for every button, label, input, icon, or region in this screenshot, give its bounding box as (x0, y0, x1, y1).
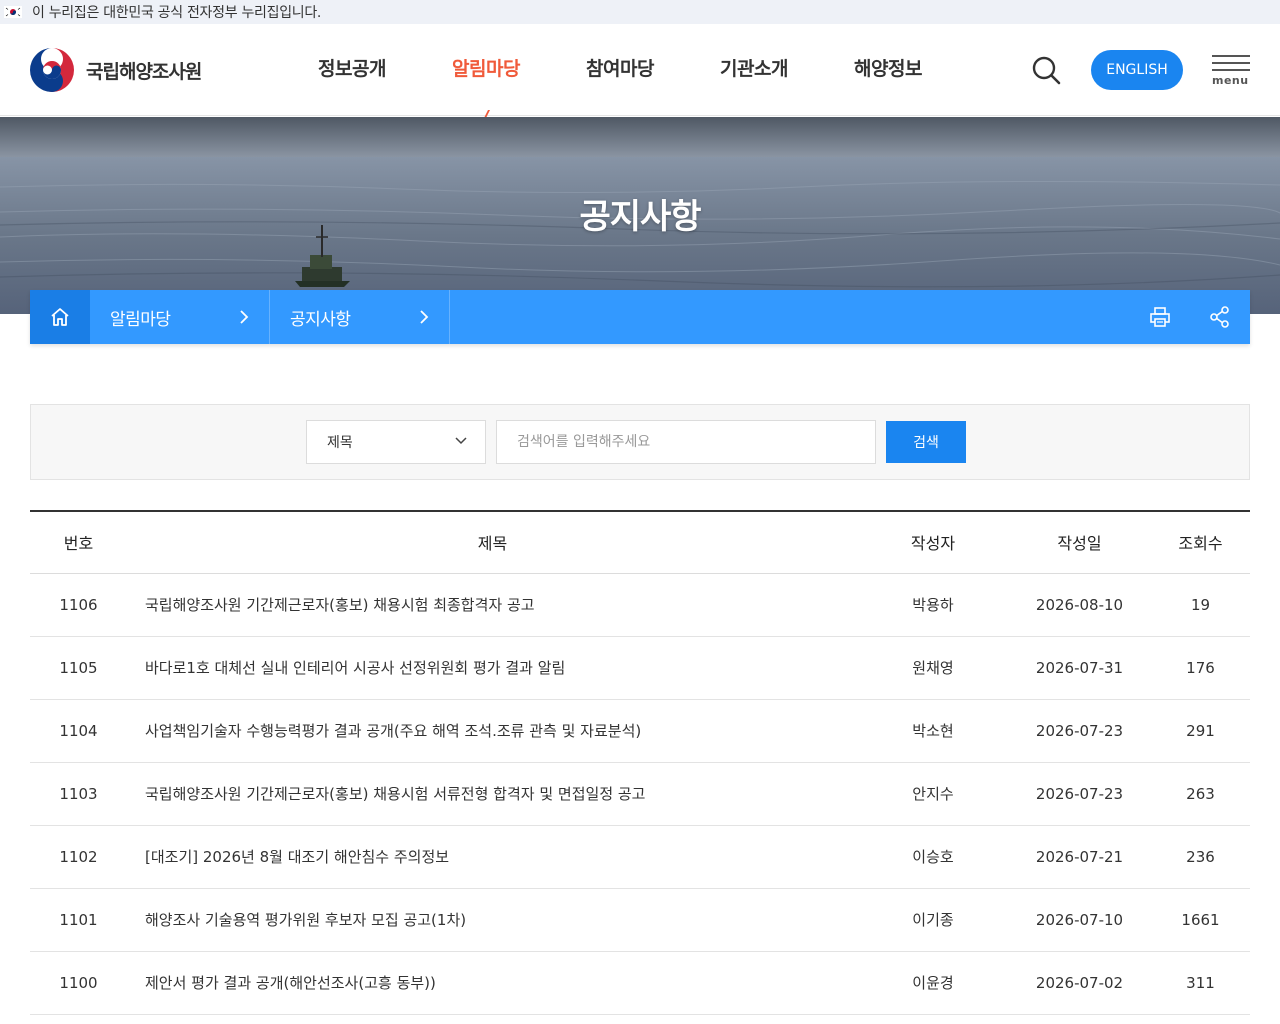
search-icon[interactable] (1030, 54, 1062, 86)
breadcrumb-item-notices[interactable]: 공지사항 (270, 290, 450, 344)
chevron-down-icon (455, 437, 467, 445)
breadcrumb: 알림마당 공지사항 (30, 290, 1250, 344)
post-date: 2026-08-10 (1008, 573, 1151, 637)
nav-item-notice-board[interactable]: 알림마당 (419, 54, 553, 81)
menu-label: menu (1212, 74, 1249, 87)
post-number: 1100 (30, 951, 127, 1015)
post-writer: 안지수 (858, 762, 1008, 826)
post-date: 2026-07-31 (1008, 636, 1151, 700)
post-title-link[interactable]: 제안서 평가 결과 공개(해안선조사(고흥 동부)) (145, 974, 436, 992)
post-views: 311 (1151, 951, 1250, 1015)
post-number: 1103 (30, 762, 127, 826)
korean-flag-icon (4, 6, 22, 18)
column-header-views: 조회수 (1151, 511, 1250, 574)
breadcrumb-tools (1130, 290, 1250, 344)
post-views: 263 (1151, 762, 1250, 826)
post-title-link[interactable]: 바다로1호 대체선 실내 인테리어 시공사 선정위원회 평가 결과 알림 (145, 659, 565, 677)
share-icon (1210, 306, 1229, 328)
post-title-link[interactable]: 국립해양조사원 기간제근로자(홍보) 채용시험 서류전형 합격자 및 면접일정 … (145, 785, 645, 803)
column-header-date: 작성일 (1008, 511, 1151, 574)
page-title: 공지사항 (579, 197, 701, 237)
main-nav: 정보공개 알림마당 참여마당 기관소개 해양정보 (285, 54, 955, 81)
gov-banner: 이 누리집은 대한민국 공식 전자정부 누리집입니다. (0, 0, 1280, 24)
post-number: 1105 (30, 636, 127, 700)
table-row: 1104 사업책임기술자 수행능력평가 결과 공개(주요 해역 조석.조류 관측… (30, 699, 1250, 763)
english-button[interactable]: ENGLISH (1091, 50, 1183, 90)
post-title-link[interactable]: [대조기] 2026년 8월 대조기 해안침수 주의정보 (145, 848, 449, 866)
search-input[interactable] (496, 420, 876, 464)
post-date: 2026-07-02 (1008, 951, 1151, 1015)
breadcrumb-label: 공지사항 (290, 309, 351, 330)
post-date: 2026-07-10 (1008, 888, 1151, 952)
breadcrumb-label: 알림마당 (110, 309, 171, 330)
board-search: 제목 검색 (30, 404, 1250, 480)
home-icon (51, 308, 69, 326)
share-button[interactable] (1190, 290, 1250, 344)
post-date: 2026-07-23 (1008, 699, 1151, 763)
chevron-right-icon (420, 310, 429, 324)
post-views: 291 (1151, 699, 1250, 763)
post-writer: 이기종 (858, 888, 1008, 952)
logo-text: 국립해양조사원 (86, 60, 202, 83)
notice-table: 번호 제목 작성자 작성일 조회수 1106 국립해양조사원 기간제근로자(홍보… (30, 510, 1250, 1015)
government-emblem-icon (30, 48, 74, 92)
post-title-link[interactable]: 해양조사 기술용역 평가위원 후보자 모집 공고(1차) (145, 911, 466, 929)
table-row: 1105 바다로1호 대체선 실내 인테리어 시공사 선정위원회 평가 결과 알… (30, 636, 1250, 700)
post-writer: 박소현 (858, 699, 1008, 763)
column-header-writer: 작성자 (858, 511, 1008, 574)
nav-item-ocean-info[interactable]: 해양정보 (821, 54, 955, 81)
post-number: 1104 (30, 699, 127, 763)
post-title-link[interactable]: 국립해양조사원 기간제근로자(홍보) 채용시험 최종합격자 공고 (145, 596, 535, 614)
print-icon (1150, 307, 1170, 327)
table-row: 1102 [대조기] 2026년 8월 대조기 해안침수 주의정보 이승호 20… (30, 825, 1250, 889)
column-header-title: 제목 (127, 511, 858, 574)
post-title-link[interactable]: 사업책임기술자 수행능력평가 결과 공개(주요 해역 조석.조류 관측 및 자료… (145, 722, 641, 740)
post-writer: 원채영 (858, 636, 1008, 700)
breadcrumb-home[interactable] (30, 290, 90, 344)
breadcrumb-item-notice-board[interactable]: 알림마당 (90, 290, 270, 344)
table-row: 1103 국립해양조사원 기간제근로자(홍보) 채용시험 서류전형 합격자 및 … (30, 762, 1250, 826)
post-writer: 박용하 (858, 573, 1008, 637)
table-row: 1100 제안서 평가 결과 공개(해안선조사(고흥 동부)) 이윤경 2026… (30, 951, 1250, 1015)
post-date: 2026-07-23 (1008, 762, 1151, 826)
post-number: 1101 (30, 888, 127, 952)
site-logo[interactable]: 국립해양조사원 (30, 48, 202, 92)
site-header: 국립해양조사원 정보공개 알림마당 참여마당 기관소개 해양정보 ENGLISH… (0, 24, 1280, 118)
post-views: 19 (1151, 573, 1250, 637)
nav-item-participation[interactable]: 참여마당 (553, 54, 687, 81)
search-field-select[interactable]: 제목 (306, 420, 486, 464)
post-date: 2026-07-21 (1008, 825, 1151, 889)
chevron-right-icon (240, 310, 249, 324)
post-number: 1102 (30, 825, 127, 889)
post-views: 1661 (1151, 888, 1250, 952)
post-views: 236 (1151, 825, 1250, 889)
post-views: 176 (1151, 636, 1250, 700)
post-writer: 이윤경 (858, 951, 1008, 1015)
table-header-row: 번호 제목 작성자 작성일 조회수 (30, 511, 1250, 574)
post-number: 1106 (30, 573, 127, 637)
hero-banner: 공지사항 (0, 117, 1280, 314)
search-field-value: 제목 (327, 435, 353, 451)
print-button[interactable] (1130, 290, 1190, 344)
table-row: 1101 해양조사 기술용역 평가위원 후보자 모집 공고(1차) 이기종 20… (30, 888, 1250, 952)
nav-item-info-disclosure[interactable]: 정보공개 (285, 54, 419, 81)
column-header-number: 번호 (30, 511, 127, 574)
menu-button[interactable]: menu (1210, 55, 1252, 89)
nav-item-about[interactable]: 기관소개 (687, 54, 821, 81)
search-button[interactable]: 검색 (886, 421, 966, 463)
post-writer: 이승호 (858, 825, 1008, 889)
table-row: 1106 국립해양조사원 기간제근로자(홍보) 채용시험 최종합격자 공고 박용… (30, 573, 1250, 637)
gov-banner-text: 이 누리집은 대한민국 공식 전자정부 누리집입니다. (32, 5, 322, 21)
